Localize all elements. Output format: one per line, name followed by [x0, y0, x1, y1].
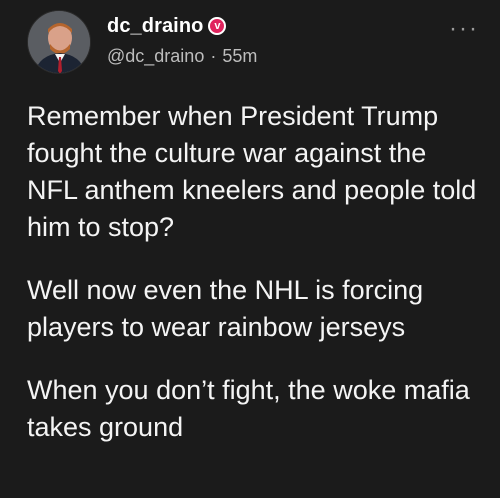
- name-row: dc_draino v: [107, 15, 227, 37]
- avatar-image: [28, 11, 90, 73]
- post-paragraph: When you don’t fight, the woke mafia tak…: [27, 375, 470, 442]
- post-paragraph: Remember when President Trump fought the…: [27, 101, 477, 242]
- avatar[interactable]: [27, 10, 91, 74]
- verified-badge-icon: v: [208, 17, 227, 35]
- username-handle[interactable]: @dc_draino: [107, 46, 204, 66]
- more-options-icon[interactable]: ···: [449, 17, 479, 41]
- post-text: Remember when President Trump fought the…: [27, 98, 483, 446]
- display-name[interactable]: dc_draino: [107, 15, 203, 37]
- post-timestamp[interactable]: 55m: [222, 46, 257, 66]
- post-paragraph: Well now even the NHL is forcing players…: [27, 275, 424, 342]
- meta-row: @dc_draino · 55m: [107, 46, 257, 66]
- post-card: dc_draino v @dc_draino · 55m ··· Remembe…: [0, 0, 500, 498]
- meta-separator: ·: [210, 46, 217, 66]
- post-header: dc_draino v @dc_draino · 55m ···: [27, 10, 487, 80]
